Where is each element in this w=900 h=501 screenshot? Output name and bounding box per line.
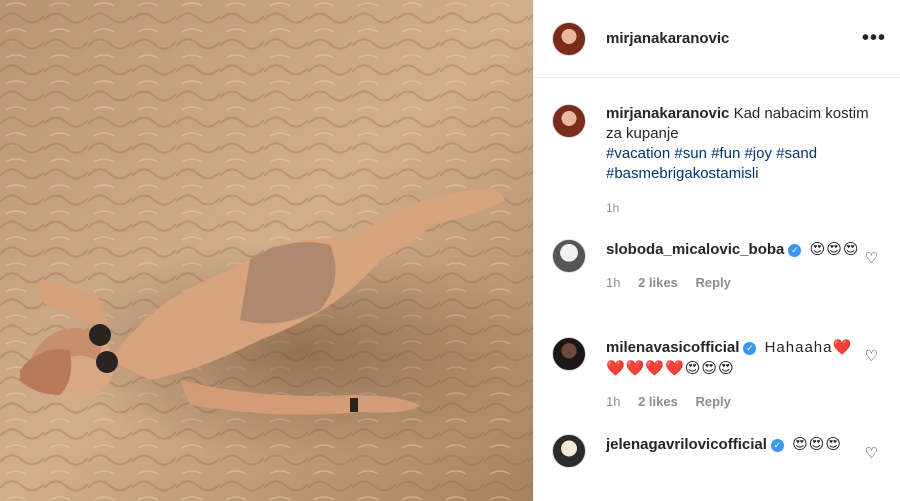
commenter-username[interactable]: jelenagavrilovicofficial	[606, 436, 767, 453]
comment-time[interactable]: 1h	[606, 275, 620, 290]
author-avatar[interactable]	[552, 21, 586, 56]
comment-text: 😍😍😍	[792, 436, 842, 453]
hashtag-list: #vacation #sun #fun #joy #sand #basmebri…	[606, 144, 881, 184]
heart-icon[interactable]: ♡	[865, 444, 878, 462]
post-caption: mirjanakaranovic Kad nabacim kostim za k…	[534, 78, 900, 218]
hashtag-basmebrigakostamisli[interactable]: #basmebrigakostamisli	[606, 165, 759, 182]
hashtag-fun[interactable]: #fun	[711, 145, 740, 162]
instagram-post: mirjanakaranovic ••• mirjanakaranovic Ka…	[0, 0, 900, 501]
post-side-panel: mirjanakaranovic ••• mirjanakaranovic Ka…	[533, 0, 900, 501]
author-username[interactable]: mirjanakaranovic	[606, 30, 862, 47]
post-header: mirjanakaranovic •••	[534, 0, 900, 78]
commenter-avatar[interactable]	[552, 239, 586, 273]
comment-time[interactable]: 1h	[606, 394, 620, 409]
commenter-avatar[interactable]	[552, 434, 586, 468]
hashtag-sun[interactable]: #sun	[674, 145, 707, 162]
commenter-username[interactable]: milenavasicofficial	[606, 339, 739, 356]
comment-item: sloboda_micalovic_boba ✓ 😍😍😍 1h 2 likes R…	[552, 239, 886, 293]
heart-icon[interactable]: ♡	[865, 249, 878, 267]
hashtag-vacation[interactable]: #vacation	[606, 145, 670, 162]
post-photo[interactable]	[0, 0, 533, 501]
commenter-avatar[interactable]	[552, 337, 586, 371]
comment-meta: 1h 2 likes Reply	[606, 272, 866, 293]
caption-timestamp[interactable]: 1h	[606, 198, 881, 218]
verified-badge-icon: ✓	[788, 244, 802, 257]
comment-item: milenavasicofficial ✓ Hahaaha❤️❤️❤️❤️❤️😍😍…	[552, 337, 886, 412]
heart-icon[interactable]: ♡	[865, 347, 878, 365]
more-horizontal-icon[interactable]: •••	[862, 27, 886, 50]
verified-badge-icon: ✓	[770, 439, 784, 452]
reply-button[interactable]: Reply	[695, 275, 730, 290]
beach-photo-illustration	[0, 0, 533, 501]
comment-item: jelenagavrilovicofficial ✓ 😍😍😍 ♡	[552, 434, 886, 468]
comment-likes[interactable]: 2 likes	[638, 275, 678, 290]
verified-badge-icon: ✓	[743, 342, 757, 355]
comment-meta: 1h 2 likes Reply	[606, 391, 866, 412]
hashtag-joy[interactable]: #joy	[744, 145, 772, 162]
caption-avatar[interactable]	[552, 104, 586, 138]
hashtag-sand[interactable]: #sand	[776, 145, 817, 162]
commenter-username[interactable]: sloboda_micalovic_boba	[606, 241, 784, 258]
caption-username[interactable]: mirjanakaranovic	[606, 105, 729, 122]
reply-button[interactable]: Reply	[695, 394, 730, 409]
comment-text: 😍😍😍	[809, 241, 860, 258]
comment-likes[interactable]: 2 likes	[638, 394, 678, 409]
